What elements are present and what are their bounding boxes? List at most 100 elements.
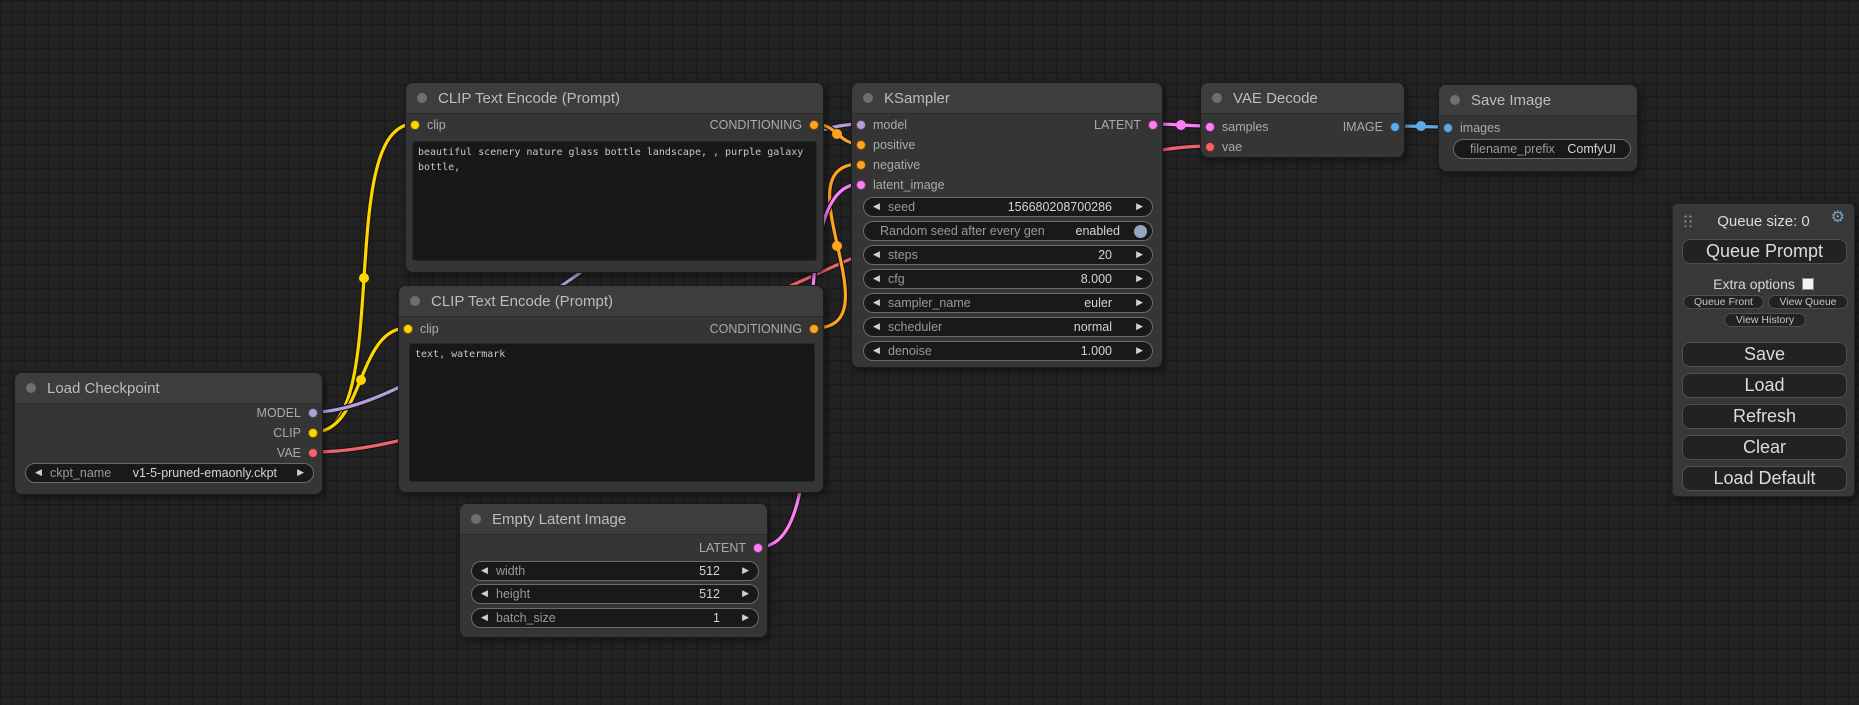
load-default-button[interactable]: Load Default	[1682, 466, 1847, 491]
output-label: CONDITIONING	[710, 322, 802, 336]
widget-batch-size[interactable]: ◀ batch_size 1 ▶	[471, 608, 759, 628]
latent-output-port[interactable]	[753, 543, 763, 553]
input-slot-negative: negative	[852, 155, 1162, 175]
clip-output-port[interactable]	[308, 428, 318, 438]
input-label: positive	[873, 138, 915, 152]
conditioning-output-port[interactable]	[809, 324, 819, 334]
widget-seed[interactable]: ◀ seed 156680208700286 ▶	[863, 197, 1153, 217]
node-ksampler[interactable]: KSampler model LATENT positive negative …	[851, 82, 1163, 368]
settings-gear-icon[interactable]: ⚙	[1831, 210, 1845, 226]
decrement-arrow-icon[interactable]: ◀	[481, 565, 488, 576]
node-title-bar[interactable]: VAE Decode	[1201, 83, 1404, 114]
increment-arrow-icon[interactable]: ▶	[297, 467, 304, 478]
decrement-arrow-icon[interactable]: ◀	[873, 321, 880, 332]
collapse-dot-icon[interactable]	[863, 93, 873, 103]
clip-input-port[interactable]	[403, 324, 413, 334]
node-save-image[interactable]: Save Image images filename_prefix ComfyU…	[1438, 84, 1638, 172]
increment-arrow-icon[interactable]: ▶	[742, 565, 749, 576]
collapse-dot-icon[interactable]	[410, 296, 420, 306]
queue-control-panel[interactable]: Queue size: 0 ⚙ Queue Prompt Extra optio…	[1672, 203, 1855, 497]
node-clip-text-encode-positive[interactable]: CLIP Text Encode (Prompt) clip CONDITION…	[405, 82, 824, 273]
collapse-dot-icon[interactable]	[1212, 93, 1222, 103]
decrement-arrow-icon[interactable]: ◀	[481, 588, 488, 599]
collapse-dot-icon[interactable]	[26, 383, 36, 393]
view-history-button[interactable]: View History	[1724, 313, 1806, 327]
widget-filename-prefix[interactable]: filename_prefix ComfyUI	[1453, 139, 1631, 159]
decrement-arrow-icon[interactable]: ◀	[481, 612, 488, 623]
vae-output-port[interactable]	[308, 448, 318, 458]
samples-input-port[interactable]	[1205, 122, 1215, 132]
node-title-bar[interactable]: Save Image	[1439, 85, 1637, 116]
increment-arrow-icon[interactable]: ▶	[1136, 345, 1143, 356]
output-label: MODEL	[257, 406, 301, 420]
increment-arrow-icon[interactable]: ▶	[1136, 201, 1143, 212]
widget-random-seed-toggle[interactable]: Random seed after every gen enabled	[863, 221, 1153, 241]
queue-prompt-button[interactable]: Queue Prompt	[1682, 239, 1847, 264]
widget-denoise[interactable]: ◀ denoise 1.000 ▶	[863, 341, 1153, 361]
widget-width[interactable]: ◀ width 512 ▶	[471, 561, 759, 581]
widget-height[interactable]: ◀ height 512 ▶	[471, 584, 759, 604]
model-output-port[interactable]	[308, 408, 318, 418]
widget-scheduler[interactable]: ◀ scheduler normal ▶	[863, 317, 1153, 337]
collapse-dot-icon[interactable]	[471, 514, 481, 524]
widget-value: 512	[699, 587, 720, 601]
widget-sampler-name[interactable]: ◀ sampler_name euler ▶	[863, 293, 1153, 313]
increment-arrow-icon[interactable]: ▶	[742, 612, 749, 623]
node-title-bar[interactable]: Empty Latent Image	[460, 504, 767, 535]
input-label: negative	[873, 158, 920, 172]
increment-arrow-icon[interactable]: ▶	[1136, 297, 1143, 308]
conditioning-output-port[interactable]	[809, 120, 819, 130]
model-input-port[interactable]	[856, 120, 866, 130]
node-clip-text-encode-negative[interactable]: CLIP Text Encode (Prompt) clip CONDITION…	[398, 285, 824, 493]
image-output-port[interactable]	[1390, 122, 1400, 132]
extra-options-checkbox[interactable]	[1802, 278, 1814, 290]
view-queue-button[interactable]: View Queue	[1768, 295, 1848, 309]
decrement-arrow-icon[interactable]: ◀	[35, 467, 42, 478]
comfyui-canvas[interactable]: { "icons": {"left_arrow":"◀","right_arro…	[0, 0, 1859, 705]
node-empty-latent-image[interactable]: Empty Latent Image LATENT ◀ width 512 ▶ …	[459, 503, 768, 638]
positive-prompt-textarea[interactable]: beautiful scenery nature glass bottle la…	[412, 141, 817, 261]
latent-image-input-port[interactable]	[856, 180, 866, 190]
load-button[interactable]: Load	[1682, 373, 1847, 398]
clip-input-port[interactable]	[410, 120, 420, 130]
refresh-button[interactable]: Refresh	[1682, 404, 1847, 429]
clear-button[interactable]: Clear	[1682, 435, 1847, 460]
widget-cfg[interactable]: ◀ cfg 8.000 ▶	[863, 269, 1153, 289]
increment-arrow-icon[interactable]: ▶	[742, 588, 749, 599]
decrement-arrow-icon[interactable]: ◀	[873, 201, 880, 212]
positive-input-port[interactable]	[856, 140, 866, 150]
increment-arrow-icon[interactable]: ▶	[1136, 249, 1143, 260]
wire-dot	[1416, 121, 1426, 131]
vae-input-port[interactable]	[1205, 142, 1215, 152]
node-title-bar[interactable]: CLIP Text Encode (Prompt)	[399, 286, 823, 317]
latent-output-port[interactable]	[1148, 120, 1158, 130]
queue-front-button[interactable]: Queue Front	[1683, 295, 1764, 309]
increment-arrow-icon[interactable]: ▶	[1136, 321, 1143, 332]
toggle-knob-icon[interactable]	[1134, 225, 1147, 238]
node-title-bar[interactable]: CLIP Text Encode (Prompt)	[406, 83, 823, 114]
output-slot-model: MODEL	[15, 403, 322, 423]
io-slot-row: clip CONDITIONING	[399, 319, 823, 339]
decrement-arrow-icon[interactable]: ◀	[873, 345, 880, 356]
collapse-dot-icon[interactable]	[1450, 95, 1460, 105]
widget-steps[interactable]: ◀ steps 20 ▶	[863, 245, 1153, 265]
negative-input-port[interactable]	[856, 160, 866, 170]
negative-prompt-textarea[interactable]: text, watermark	[409, 343, 815, 482]
decrement-arrow-icon[interactable]: ◀	[873, 297, 880, 308]
node-title-bar[interactable]: KSampler	[852, 83, 1162, 114]
decrement-arrow-icon[interactable]: ◀	[873, 249, 880, 260]
node-title-bar[interactable]: Load Checkpoint	[15, 373, 322, 404]
widget-label: sampler_name	[888, 296, 971, 310]
increment-arrow-icon[interactable]: ▶	[1136, 273, 1143, 284]
node-load-checkpoint[interactable]: Load Checkpoint MODEL CLIP VAE ◀ ckpt_na…	[14, 372, 323, 495]
node-vae-decode[interactable]: VAE Decode samples IMAGE vae	[1200, 82, 1405, 158]
images-input-port[interactable]	[1443, 123, 1453, 133]
decrement-arrow-icon[interactable]: ◀	[873, 273, 880, 284]
collapse-dot-icon[interactable]	[417, 93, 427, 103]
widget-ckpt-name[interactable]: ◀ ckpt_name v1-5-pruned-emaonly.ckpt ▶	[25, 463, 314, 483]
widget-label: ckpt_name	[50, 466, 111, 480]
io-slot-row: clip CONDITIONING	[406, 115, 823, 135]
extra-options-row: Extra options	[1673, 276, 1854, 292]
wire-dot	[832, 241, 842, 251]
save-button[interactable]: Save	[1682, 342, 1847, 367]
